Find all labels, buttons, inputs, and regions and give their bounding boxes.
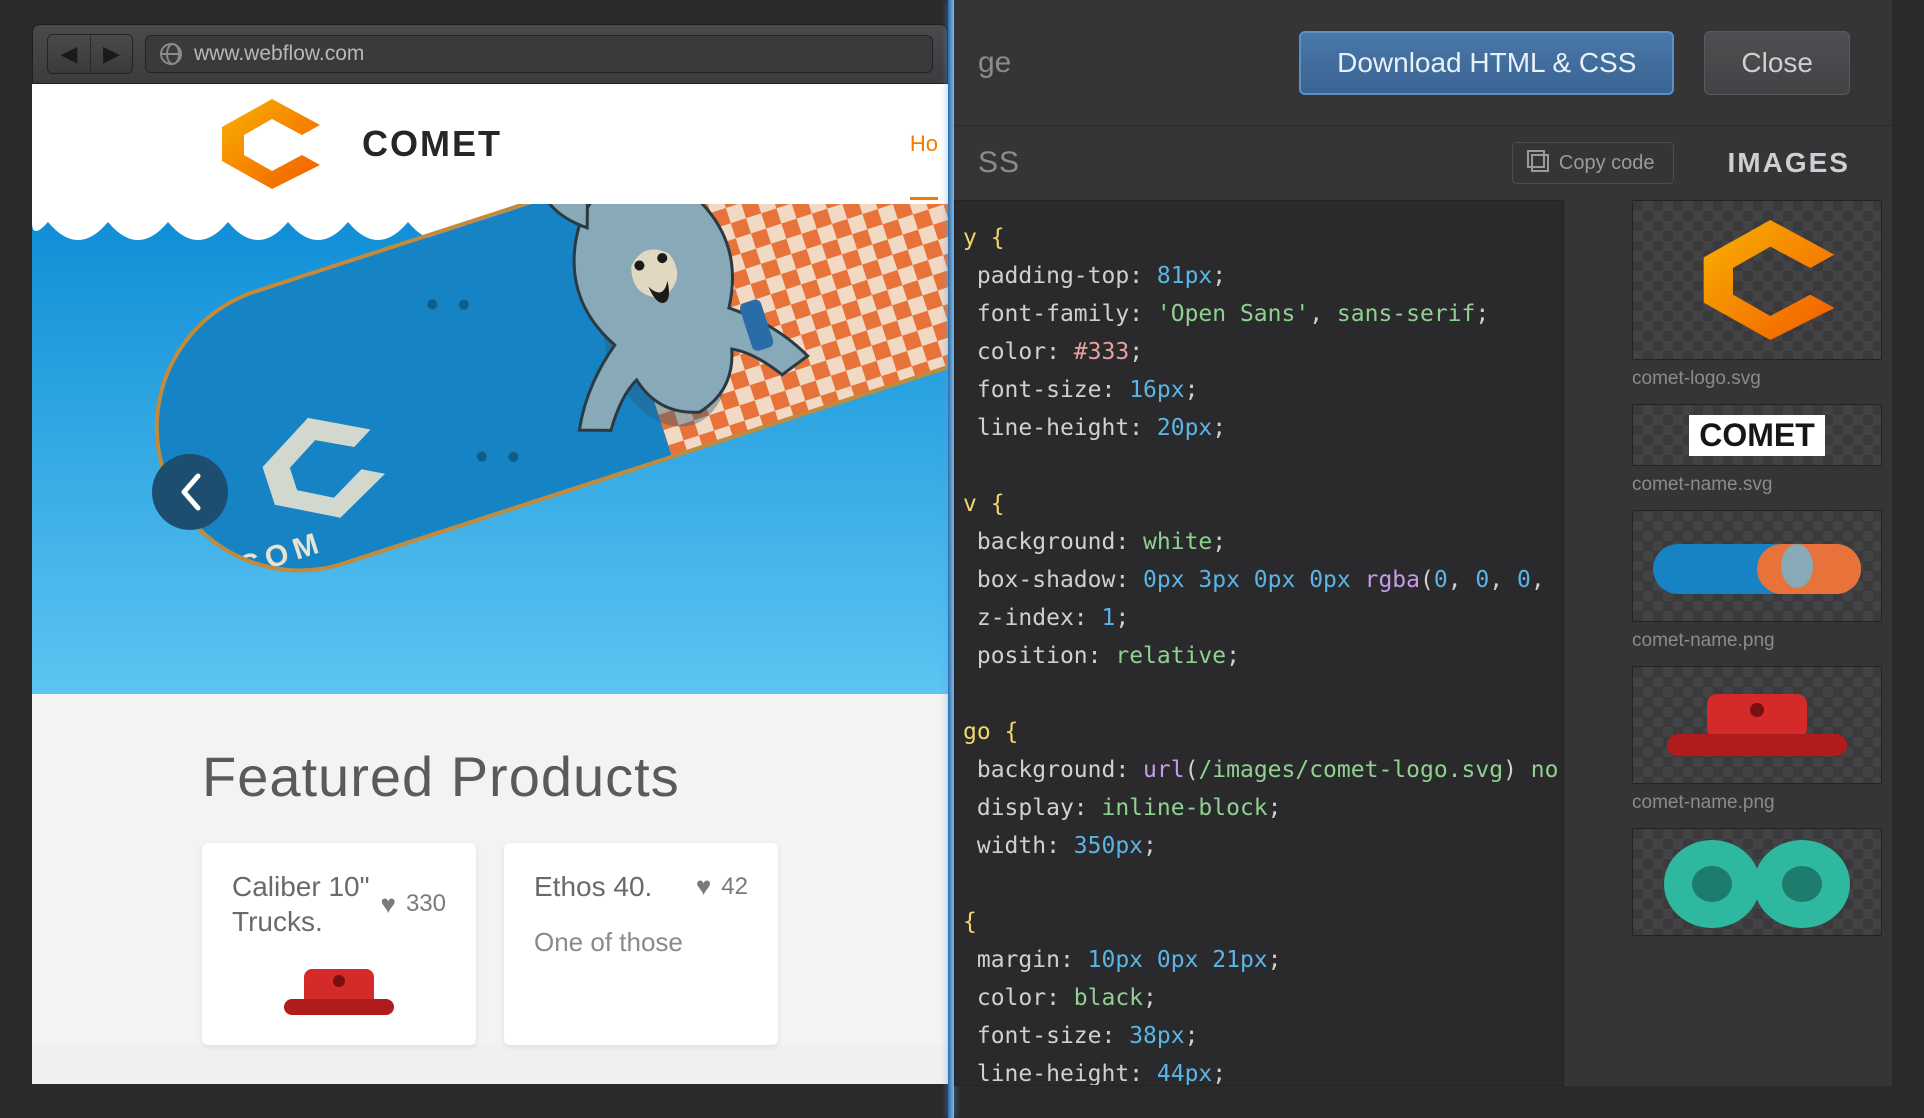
product-card[interactable]: Caliber 10" Trucks. ♥ 330 — [202, 843, 476, 1045]
image-caption: comet-name.svg — [1632, 474, 1882, 496]
copy-label: Copy code — [1559, 152, 1655, 175]
nav-buttons: ◀ ▶ — [47, 34, 133, 74]
panel-header: ge Download HTML & CSS Close — [954, 0, 1892, 126]
product-title: Caliber 10" Trucks. — [232, 869, 370, 939]
wheels-thumb-icon — [1652, 834, 1862, 930]
forward-button[interactable]: ▶ — [90, 35, 132, 73]
image-thumbnail[interactable] — [1632, 666, 1882, 784]
featured-section: Featured Products Caliber 10" Trucks. ♥ … — [32, 694, 948, 1045]
product-card[interactable]: Ethos 40. ♥ 42 One of those — [504, 843, 778, 1045]
likes[interactable]: ♥ 330 — [381, 869, 446, 939]
brand-name: COMET — [362, 123, 502, 165]
images-list: comet-logo.svg COMET comet-name.svg come… — [1632, 200, 1882, 1086]
website-preview: COMET Ho COM — [32, 84, 948, 1084]
product-desc: One of those — [534, 924, 748, 960]
copy-icon — [1531, 154, 1549, 172]
heart-icon: ♥ — [696, 871, 711, 902]
close-button[interactable]: Close — [1704, 31, 1850, 95]
skateboard-thumb-icon — [1647, 526, 1867, 606]
globe-icon — [160, 43, 182, 65]
carousel-prev-button[interactable] — [152, 454, 228, 530]
page-tab-label: ge — [978, 46, 1011, 80]
copy-code-button[interactable]: Copy code — [1512, 142, 1674, 184]
like-count: 42 — [721, 873, 748, 901]
image-thumbnail[interactable]: COMET — [1632, 404, 1882, 466]
product-image — [232, 959, 446, 1019]
image-thumbnail[interactable] — [1632, 200, 1882, 360]
export-panel: ge Download HTML & CSS Close SS Copy cod… — [954, 0, 1892, 1086]
heart-icon: ♥ — [381, 889, 396, 920]
css-code-block[interactable]: y { padding-top: 81px; font-family: 'Ope… — [954, 200, 1564, 1086]
like-count: 330 — [406, 890, 446, 918]
truck-thumb-icon — [1657, 680, 1857, 770]
image-caption: comet-name.png — [1632, 630, 1882, 652]
browser-chrome: ◀ ▶ www.webflow.com — [32, 24, 948, 84]
url-bar[interactable]: www.webflow.com — [145, 35, 933, 73]
images-heading: IMAGES — [1728, 147, 1850, 179]
likes[interactable]: ♥ 42 — [696, 869, 748, 904]
deck-logo-icon — [230, 397, 397, 545]
skateboard-image: COM — [117, 204, 948, 694]
chevron-left-icon — [176, 472, 204, 512]
url-text: www.webflow.com — [194, 42, 364, 66]
image-caption: comet-name.png — [1632, 792, 1882, 814]
hero-carousel: COM — [32, 204, 948, 694]
panel-subheader: SS Copy code IMAGES — [954, 126, 1892, 200]
image-caption: comet-logo.svg — [1632, 368, 1882, 390]
css-tab-label: SS — [978, 146, 1020, 180]
image-thumbnail[interactable] — [1632, 828, 1882, 936]
nav-home[interactable]: Ho — [910, 89, 938, 200]
comet-logo-icon — [1677, 220, 1837, 340]
back-button[interactable]: ◀ — [48, 35, 90, 73]
comet-name-icon: COMET — [1689, 415, 1825, 456]
comet-logo-icon — [202, 99, 322, 189]
product-title: Ethos 40. — [534, 869, 652, 904]
download-button[interactable]: Download HTML & CSS — [1299, 31, 1674, 95]
image-thumbnail[interactable] — [1632, 510, 1882, 622]
featured-heading: Featured Products — [202, 744, 778, 809]
site-header: COMET Ho — [32, 84, 948, 204]
